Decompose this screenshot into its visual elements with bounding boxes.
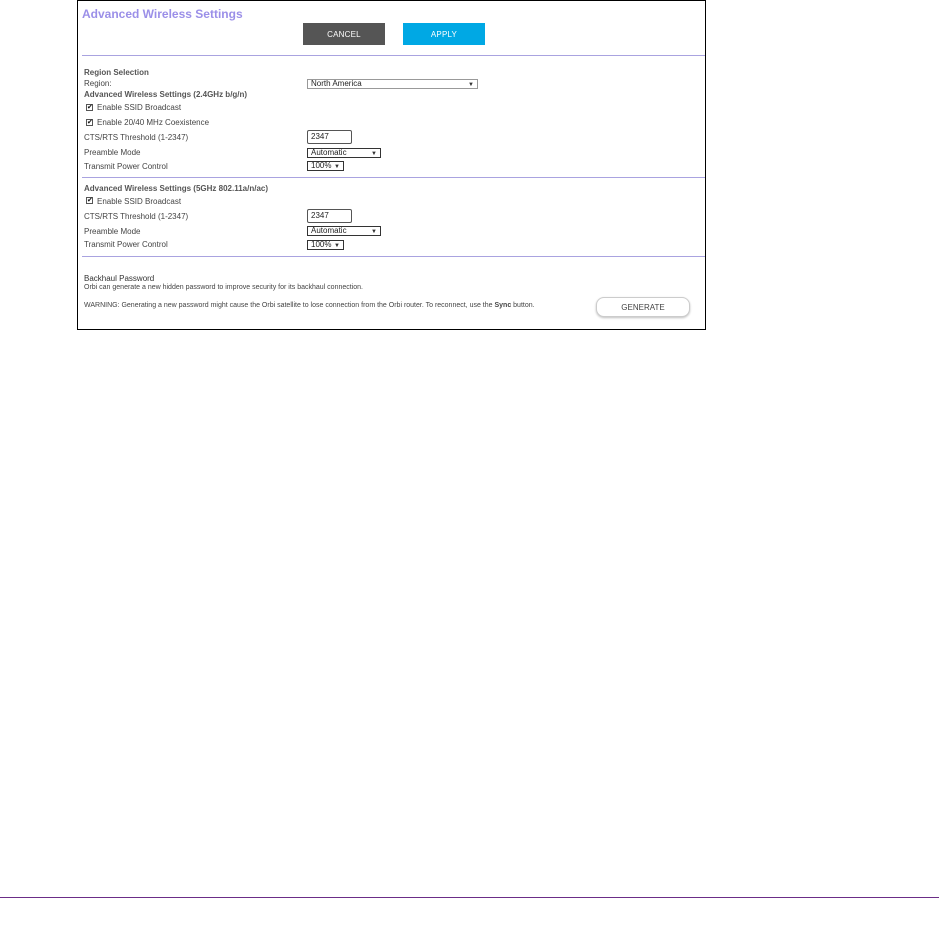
settings-panel: Advanced Wireless Settings CANCEL APPLY … xyxy=(77,0,706,330)
band5-preamble-label: Preamble Mode xyxy=(84,227,141,236)
band24-power-label: Transmit Power Control xyxy=(84,162,168,171)
band24-ssid-checkbox[interactable]: ✔ xyxy=(86,104,93,111)
divider xyxy=(82,55,705,56)
backhaul-warning-suffix: button. xyxy=(511,302,535,309)
band24-cts-label: CTS/RTS Threshold (1-2347) xyxy=(84,133,189,142)
chevron-down-icon: ▼ xyxy=(468,82,474,88)
sync-keyword: Sync xyxy=(494,302,512,309)
band24-coexistence-label: Enable 20/40 MHz Coexistence xyxy=(97,118,210,127)
chevron-down-icon: ▼ xyxy=(371,229,377,235)
cancel-button[interactable]: CANCEL xyxy=(303,23,385,45)
band24-ssid-label: Enable SSID Broadcast xyxy=(97,103,182,112)
chevron-down-icon: ▼ xyxy=(371,151,377,157)
divider xyxy=(82,256,705,257)
region-section-title: Region Selection xyxy=(84,68,149,77)
chevron-down-icon: ▼ xyxy=(334,164,340,170)
band5-ssid-checkbox[interactable]: ✔ xyxy=(86,197,93,204)
band24-preamble-value: Automatic xyxy=(311,148,347,157)
band5-section-title: Advanced Wireless Settings (5GHz 802.11a… xyxy=(84,184,269,193)
band5-power-value: 100% xyxy=(311,240,332,249)
generate-button[interactable]: GENERATE xyxy=(596,297,690,317)
band24-coexistence-checkbox[interactable]: ✔ xyxy=(86,119,93,126)
region-select[interactable]: North America ▼ xyxy=(307,79,478,89)
band5-power-label: Transmit Power Control xyxy=(84,240,168,249)
apply-button[interactable]: APPLY xyxy=(403,23,485,45)
region-label: Region: xyxy=(84,79,112,88)
band5-power-select[interactable]: 100% ▼ xyxy=(307,240,344,250)
divider xyxy=(82,177,705,178)
band5-preamble-value: Automatic xyxy=(311,226,347,235)
band5-preamble-select[interactable]: Automatic ▼ xyxy=(307,226,381,236)
band5-cts-label: CTS/RTS Threshold (1-2347) xyxy=(84,212,189,221)
backhaul-section-title: Backhaul Password xyxy=(84,274,155,283)
band24-cts-input[interactable]: 2347 xyxy=(307,130,352,144)
backhaul-warning-text: WARNING: Generating a new password might… xyxy=(84,302,495,309)
page-title: Advanced Wireless Settings xyxy=(82,7,243,21)
band24-preamble-label: Preamble Mode xyxy=(84,148,141,157)
band24-section-title: Advanced Wireless Settings (2.4GHz b/g/n… xyxy=(84,90,248,99)
region-select-value: North America xyxy=(311,79,362,88)
band24-power-select[interactable]: 100% ▼ xyxy=(307,161,344,171)
band24-power-value: 100% xyxy=(311,161,332,170)
page-footer-rule xyxy=(0,897,939,898)
band24-preamble-select[interactable]: Automatic ▼ xyxy=(307,148,381,158)
band5-ssid-label: Enable SSID Broadcast xyxy=(97,197,182,206)
backhaul-description: Orbi can generate a new hidden password … xyxy=(84,284,363,291)
band5-cts-input[interactable]: 2347 xyxy=(307,209,352,223)
chevron-down-icon: ▼ xyxy=(334,243,340,249)
backhaul-warning: WARNING: Generating a new password might… xyxy=(84,302,535,309)
